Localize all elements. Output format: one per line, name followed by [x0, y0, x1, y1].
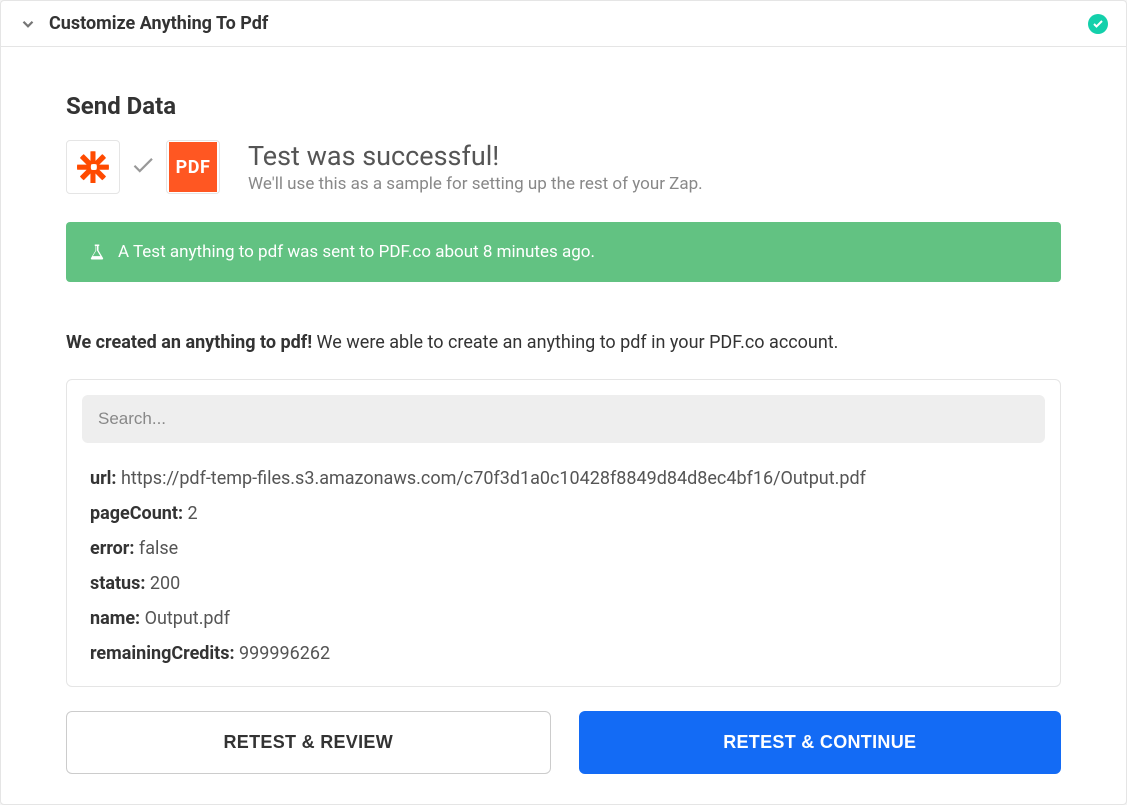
created-bold: We created an anything to pdf!	[66, 332, 312, 353]
result-status: status: 200	[82, 566, 1045, 601]
section-title: Send Data	[66, 92, 1061, 120]
test-text-block: Test was successful! We'll use this as a…	[248, 140, 703, 194]
header-title: Customize Anything To Pdf	[49, 13, 268, 34]
content-area: Send Data PDF Test was successful! We'll…	[1, 47, 1126, 804]
result-pagecount: pageCount: 2	[82, 496, 1045, 531]
search-input[interactable]	[82, 395, 1045, 443]
check-icon	[130, 152, 156, 182]
panel: Customize Anything To Pdf Send Data PDF …	[0, 0, 1127, 805]
result-error: error: false	[82, 531, 1045, 566]
status-check-icon	[1088, 14, 1108, 34]
created-rest: We were able to create an anything to pd…	[312, 332, 838, 353]
created-text: We created an anything to pdf! We were a…	[66, 332, 1061, 353]
result-url: url: https://pdf-temp-files.s3.amazonaws…	[82, 461, 1045, 496]
retest-continue-button[interactable]: RETEST & CONTINUE	[579, 711, 1062, 774]
result-box: url: https://pdf-temp-files.s3.amazonaws…	[66, 379, 1061, 687]
button-row: RETEST & REVIEW RETEST & CONTINUE	[66, 711, 1061, 774]
alert-text: A Test anything to pdf was sent to PDF.c…	[118, 242, 595, 262]
result-credits: remainingCredits: 999996262	[82, 636, 1045, 671]
pdf-app-icon: PDF	[166, 140, 220, 194]
flask-icon	[88, 243, 106, 261]
chevron-down-icon[interactable]	[19, 15, 37, 33]
test-heading: Test was successful!	[248, 140, 703, 172]
test-result-row: PDF Test was successful! We'll use this …	[66, 140, 1061, 194]
header-bar: Customize Anything To Pdf	[1, 1, 1126, 47]
success-alert: A Test anything to pdf was sent to PDF.c…	[66, 222, 1061, 282]
pdf-label: PDF	[169, 142, 217, 192]
result-name: name: Output.pdf	[82, 601, 1045, 636]
zapier-icon	[66, 140, 120, 194]
test-subtext: We'll use this as a sample for setting u…	[248, 174, 703, 194]
retest-review-button[interactable]: RETEST & REVIEW	[66, 711, 551, 774]
